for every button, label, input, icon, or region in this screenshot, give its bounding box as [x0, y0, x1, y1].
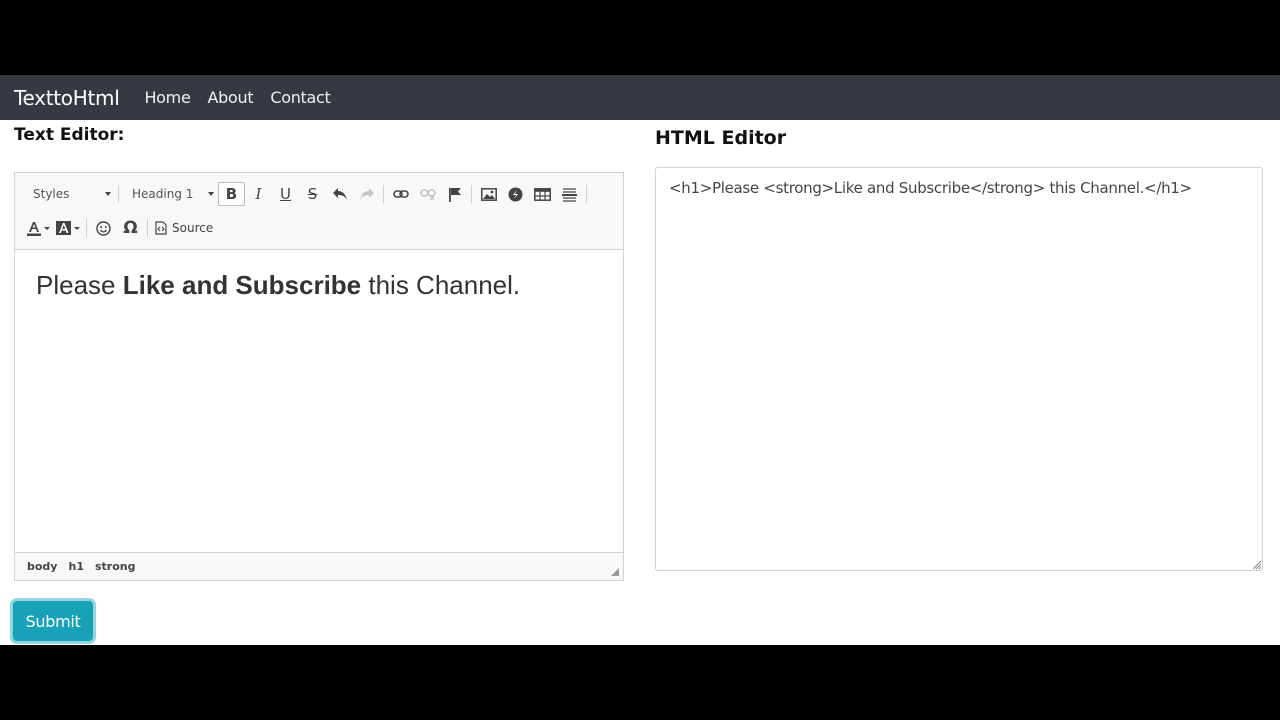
special-character-button[interactable]: Ω — [117, 216, 144, 240]
background-color-button[interactable] — [53, 216, 83, 240]
strikethrough-icon: S — [307, 185, 318, 203]
underline-icon: U — [280, 185, 291, 203]
content-bold-text: Like and Subscribe — [122, 270, 362, 300]
background-color-icon — [56, 221, 71, 235]
toolbar-separator — [147, 219, 148, 237]
text-color-button[interactable] — [23, 216, 53, 240]
format-dropdown-label: Heading 1 — [132, 187, 194, 201]
text-editor-heading: Text Editor: — [14, 125, 125, 145]
content-text-end: this Channel. — [361, 270, 521, 300]
redo-button[interactable] — [353, 182, 380, 206]
path-item-strong[interactable]: strong — [95, 560, 136, 573]
chevron-down-icon — [105, 192, 111, 196]
chevron-down-icon — [74, 226, 80, 230]
html-editor-heading: HTML Editor — [655, 127, 787, 149]
toolbar-row-1: Styles Heading 1 B I U S — [23, 181, 590, 207]
smiley-button[interactable] — [90, 216, 117, 240]
unlink-icon — [419, 189, 436, 200]
link-button[interactable] — [387, 182, 414, 206]
unlink-button[interactable] — [414, 182, 441, 206]
editor-content-area[interactable]: Please Like and Subscribe this Channel. — [15, 250, 623, 550]
horizontal-rule-button[interactable] — [556, 182, 583, 206]
path-item-h1[interactable]: h1 — [68, 560, 84, 573]
undo-button[interactable] — [326, 182, 353, 206]
flash-icon — [508, 187, 523, 201]
image-button[interactable] — [475, 182, 502, 206]
anchor-button[interactable] — [441, 182, 468, 206]
submit-button[interactable]: Submit — [13, 601, 93, 641]
smiley-icon — [96, 220, 111, 236]
table-button[interactable] — [529, 182, 556, 206]
html-output-textarea[interactable]: <h1>Please <strong>Like and Subscribe</s… — [655, 167, 1263, 571]
toolbar-separator — [118, 185, 119, 203]
italic-button[interactable]: I — [245, 182, 272, 206]
source-button[interactable]: Source — [151, 216, 217, 240]
app-frame: TexttoHtml Home About Contact Text Edito… — [0, 75, 1280, 645]
brand-link[interactable]: TexttoHtml — [14, 86, 120, 110]
toolbar-separator — [86, 219, 87, 237]
toolbar-separator — [471, 185, 472, 203]
styles-dropdown[interactable]: Styles — [23, 182, 115, 206]
image-icon — [480, 187, 497, 201]
textarea-resize-icon[interactable] — [1253, 561, 1261, 569]
chevron-down-icon — [208, 192, 214, 196]
bold-button[interactable]: B — [218, 182, 245, 206]
resize-handle[interactable] — [611, 568, 619, 576]
editor-path-bar: body h1 strong — [15, 552, 623, 580]
source-button-label: Source — [172, 221, 214, 235]
nav-home-link[interactable]: Home — [144, 88, 190, 107]
format-dropdown[interactable]: Heading 1 — [122, 182, 218, 206]
content-text-start: Please — [36, 270, 123, 300]
link-icon — [392, 190, 409, 198]
toolbar-separator — [586, 185, 587, 203]
text-color-icon — [26, 221, 41, 236]
styles-dropdown-label: Styles — [33, 187, 70, 201]
horizontal-rule-icon — [562, 187, 577, 202]
flag-icon — [448, 187, 461, 202]
redo-icon — [359, 188, 374, 200]
nav-about-link[interactable]: About — [208, 88, 254, 107]
nav-contact-link[interactable]: Contact — [270, 88, 330, 107]
bold-icon: B — [225, 185, 238, 203]
flash-button[interactable] — [502, 182, 529, 206]
path-item-body[interactable]: body — [27, 560, 57, 573]
strikethrough-button[interactable]: S — [299, 182, 326, 206]
toolbar-separator — [383, 185, 384, 203]
source-icon — [155, 221, 167, 235]
editor-heading-text: Please Like and Subscribe this Channel. — [36, 270, 520, 301]
table-icon — [534, 187, 551, 201]
undo-icon — [332, 188, 347, 200]
omega-icon: Ω — [123, 218, 138, 238]
underline-button[interactable]: U — [272, 182, 299, 206]
toolbar-row-2: Ω Source — [23, 215, 217, 241]
rich-text-editor: Styles Heading 1 B I U S Ω Source Please… — [14, 172, 624, 581]
navbar: TexttoHtml Home About Contact — [0, 75, 1280, 120]
editor-toolbar: Styles Heading 1 B I U S Ω Source — [15, 173, 623, 250]
italic-icon: I — [255, 185, 262, 203]
chevron-down-icon — [43, 226, 50, 230]
